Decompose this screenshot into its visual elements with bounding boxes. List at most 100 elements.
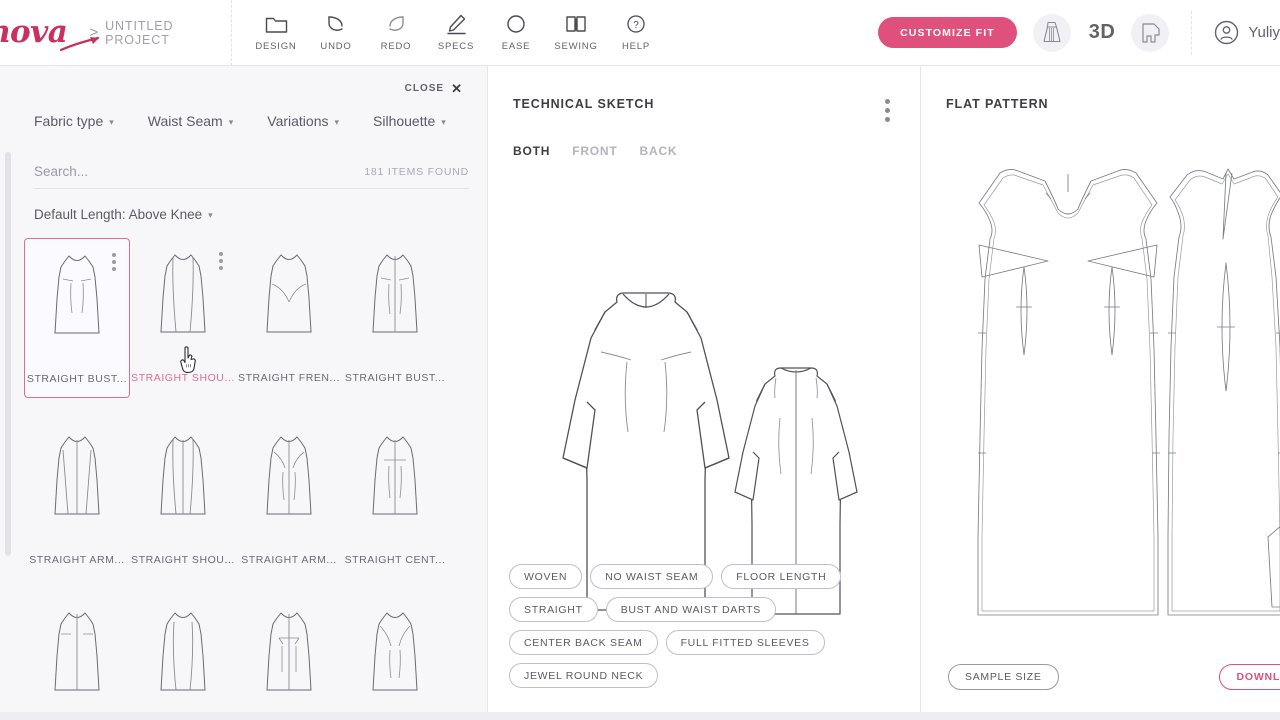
question-circle-icon: ?	[626, 13, 646, 35]
search-row: 181 ITEMS FOUND	[34, 155, 469, 189]
design-thumbnail	[47, 247, 107, 359]
filter-waist-seam[interactable]: Waist Seam ▾	[148, 113, 233, 129]
download-pattern-button[interactable]: DOWNLOAD PA	[1219, 664, 1280, 690]
pattern-view-button[interactable]	[1131, 13, 1170, 52]
pattern-piece-icon	[1140, 22, 1161, 44]
design-card-11[interactable]	[342, 594, 448, 720]
chip-woven[interactable]: WOVEN	[509, 564, 583, 589]
design-grid-row-1: STRAIGHT BUST... STRAIGHT SHOU... STRAIG…	[24, 238, 476, 398]
design-library-panel: CLOSE ✕ Fabric type ▾ Waist Seam ▾ Varia…	[0, 66, 488, 720]
tool-sewing[interactable]: SEWING	[546, 0, 606, 66]
design-card-4[interactable]: STRAIGHT ARM...	[24, 414, 130, 578]
chip-jewel-round-neck[interactable]: JEWEL ROUND NECK	[509, 663, 659, 688]
design-thumbnail	[153, 428, 213, 540]
design-card-2[interactable]: STRAIGHT FREN...	[236, 238, 342, 398]
design-thumbnail	[47, 428, 107, 540]
tool-specs-label: SPECS	[437, 41, 475, 52]
redo-arrow-icon	[385, 13, 407, 35]
default-length-label: Default Length: Above Knee	[34, 207, 203, 222]
tool-help[interactable]: ? HELP	[606, 0, 666, 66]
design-card-0[interactable]: STRAIGHT BUST...	[24, 238, 130, 398]
card-menu-icon[interactable]	[112, 253, 116, 271]
circle-icon	[506, 13, 526, 35]
design-card-7[interactable]: STRAIGHT CENT...	[342, 414, 448, 578]
tool-ease[interactable]: EASE	[486, 0, 546, 66]
chip-full-fitted-sleeves[interactable]: FULL FITTED SLEEVES	[665, 630, 825, 655]
items-found-count: 181 ITEMS FOUND	[364, 165, 469, 178]
app-logo[interactable]: nova	[0, 17, 68, 48]
design-card-3[interactable]: STRAIGHT BUST...	[342, 238, 448, 398]
pattern-canvas[interactable]	[922, 111, 1280, 631]
card-menu-icon[interactable]	[219, 252, 223, 270]
filter-fabric-type-label: Fabric type	[34, 113, 104, 129]
tab-both[interactable]: BOTH	[513, 144, 550, 158]
sample-size-button[interactable]: SAMPLE SIZE	[948, 664, 1059, 690]
tab-back[interactable]: BACK	[640, 144, 678, 158]
design-card-9[interactable]	[130, 594, 236, 720]
design-card-8[interactable]	[24, 594, 130, 720]
tool-design[interactable]: DESIGN	[246, 0, 306, 66]
tool-design-label: DESIGN	[255, 41, 297, 52]
chevron-down-icon: ▾	[334, 116, 340, 127]
chip-bust-and-waist-darts[interactable]: BUST AND WAIST DARTS	[605, 597, 776, 622]
feature-chip-list: WOVEN NO WAIST SEAM FLOOR LENGTH STRAIGH…	[509, 564, 909, 688]
design-card-1[interactable]: STRAIGHT SHOU...	[130, 238, 236, 398]
tool-redo[interactable]: REDO	[366, 0, 426, 66]
pattern-panel-title: FLAT PATTERN	[946, 97, 1049, 111]
chip-center-back-seam[interactable]: CENTER BACK SEAM	[509, 630, 658, 655]
chip-straight[interactable]: STRAIGHT	[509, 597, 598, 622]
tool-group: DESIGN UNDO REDO SPECS EASE SEWING ? HEL…	[232, 0, 666, 66]
design-thumbnail	[47, 604, 107, 716]
user-circle-icon	[1214, 20, 1239, 45]
design-card-10[interactable]	[236, 594, 342, 720]
design-card-label: STRAIGHT CENT...	[344, 554, 446, 566]
customize-fit-button[interactable]: CUSTOMIZE FIT	[878, 17, 1017, 48]
chevron-down-icon: ▾	[208, 210, 213, 220]
chevron-down-icon: ▾	[109, 116, 114, 127]
design-thumbnail	[259, 604, 319, 716]
pattern-pieces	[977, 168, 1280, 616]
design-thumbnail	[365, 246, 425, 358]
left-panel-scrollbar[interactable]	[5, 152, 11, 556]
mode-3d-button[interactable]: 3D	[1089, 21, 1116, 44]
tool-help-label: HELP	[621, 41, 651, 52]
top-toolbar: nova > UNTITLED PROJECT DESIGN	[0, 0, 1280, 66]
design-thumbnail	[365, 428, 425, 540]
technical-sketch-panel: TECHNICAL SKETCH BOTH FRONT BACK WOVEN N…	[489, 66, 921, 720]
chip-no-waist-seam[interactable]: NO WAIST SEAM	[590, 564, 714, 589]
chip-floor-length[interactable]: FLOOR LENGTH	[721, 564, 842, 589]
vertical-dots-icon[interactable]	[885, 97, 890, 122]
design-thumbnail	[365, 604, 425, 716]
design-thumbnail	[259, 428, 319, 540]
tool-undo[interactable]: UNDO	[306, 0, 366, 66]
filter-bar: Fabric type ▾ Waist Seam ▾ Variations ▾ …	[0, 95, 487, 129]
book-icon	[565, 13, 587, 35]
design-card-label: STRAIGHT ARM...	[241, 554, 337, 566]
tool-ease-label: EASE	[501, 41, 531, 52]
dress-icon	[1042, 21, 1061, 44]
design-card-label: STRAIGHT SHOU...	[131, 372, 235, 384]
close-row: CLOSE ✕	[0, 66, 487, 95]
tool-undo-label: UNDO	[320, 41, 352, 52]
design-card-5[interactable]: STRAIGHT SHOU...	[130, 414, 236, 578]
design-grid-row-2: STRAIGHT ARM... STRAIGHT SHOU... STRAIGH…	[24, 414, 476, 578]
user-menu[interactable]: Yuliy	[1191, 10, 1280, 55]
filter-silhouette[interactable]: Silhouette ▾	[373, 113, 446, 129]
design-grid-row-3	[24, 594, 476, 720]
sketch-canvas[interactable]	[489, 158, 920, 615]
design-card-label: STRAIGHT BUST...	[26, 373, 128, 385]
tab-front[interactable]: FRONT	[572, 144, 617, 158]
chevron-down-icon: ▾	[441, 116, 446, 127]
dress-view-button[interactable]	[1032, 13, 1071, 52]
filter-variations[interactable]: Variations ▾	[267, 113, 339, 129]
search-input[interactable]	[34, 164, 284, 179]
design-card-6[interactable]: STRAIGHT ARM...	[236, 414, 342, 578]
filter-fabric-type[interactable]: Fabric type ▾	[34, 113, 114, 129]
project-name[interactable]: UNTITLED PROJECT	[105, 19, 231, 47]
close-panel-button[interactable]: CLOSE ✕	[405, 82, 462, 95]
tool-sewing-label: SEWING	[554, 41, 598, 52]
design-card-label: STRAIGHT ARM...	[29, 554, 125, 566]
folder-icon	[265, 13, 288, 35]
tool-specs[interactable]: SPECS	[426, 0, 486, 66]
default-length-selector[interactable]: Default Length: Above Knee ▾	[34, 207, 487, 222]
